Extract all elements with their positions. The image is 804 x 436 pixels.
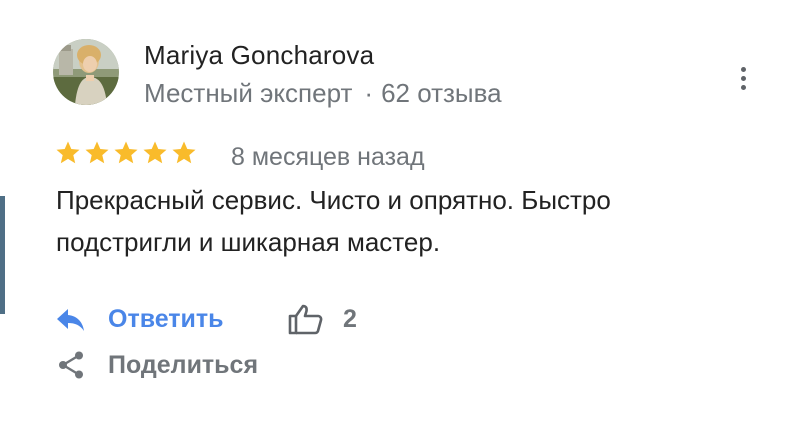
avatar[interactable] <box>53 39 119 105</box>
thumb-up-icon <box>288 304 323 335</box>
meta-separator: · <box>364 78 374 108</box>
share-label: Поделиться <box>108 350 259 379</box>
reviews-count: 62 отзыва <box>381 78 502 108</box>
more-options-button[interactable] <box>730 60 756 96</box>
review-card: Mariya Goncharova Местный эксперт · 62 отз… <box>0 0 804 436</box>
like-button[interactable]: 2 <box>287 303 357 335</box>
reply-arrow-icon <box>57 308 84 331</box>
more-vert-icon-dot <box>740 84 746 90</box>
reply-label: Ответить <box>108 305 224 333</box>
reply-button[interactable]: Ответить <box>56 305 224 334</box>
star-rating <box>55 140 197 166</box>
star-icon <box>114 141 138 164</box>
local-guide-badge: Местный эксперт <box>144 78 353 108</box>
share-button[interactable]: Поделиться <box>56 350 258 380</box>
author-meta: Местный эксперт · 62 отзыва <box>144 78 502 109</box>
review-date: 8 месяцев назад <box>231 143 425 171</box>
more-vert-icon-dot <box>740 75 746 81</box>
star-icon <box>85 141 109 164</box>
star-icon <box>172 141 196 164</box>
share-icon <box>59 351 83 379</box>
star-icon <box>143 141 167 164</box>
user-avatar-photo-icon <box>53 39 119 105</box>
more-vert-icon-dot <box>740 66 746 72</box>
star-icon <box>56 141 80 164</box>
like-count: 2 <box>343 304 357 333</box>
author-name[interactable]: Mariya Goncharova <box>144 40 374 71</box>
review-text: Прекрасный сервис. Чисто и опрятно. Быст… <box>56 185 611 257</box>
